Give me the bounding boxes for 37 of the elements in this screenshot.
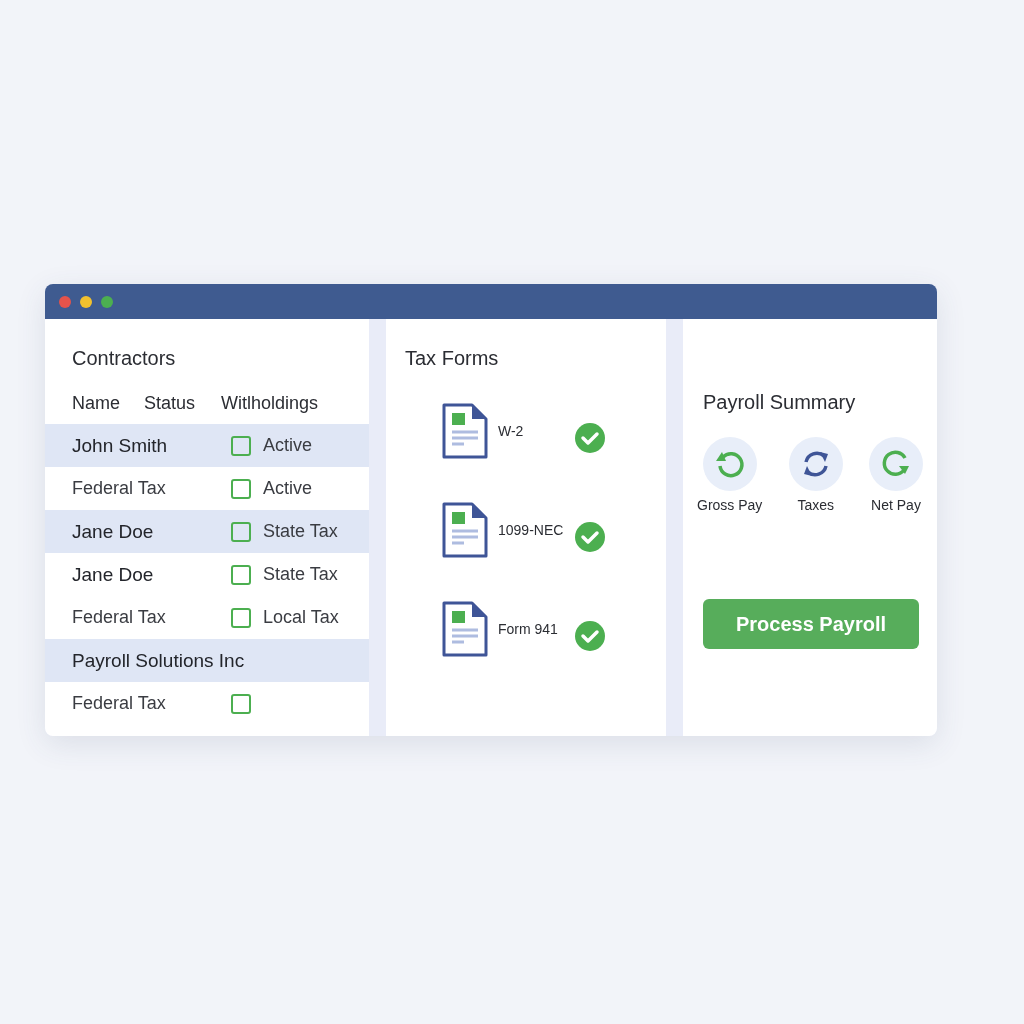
checkbox[interactable]	[231, 521, 251, 542]
form-name: W-2	[498, 423, 525, 439]
window-control[interactable]	[101, 295, 113, 308]
column-header: Name	[72, 393, 120, 414]
table-cell-text: Federal Tax	[72, 478, 167, 499]
table-cell: Local Tax	[263, 607, 339, 628]
window-control[interactable]	[59, 295, 71, 308]
panel-title: Payroll Summary	[703, 391, 857, 415]
panel-title: Contractors	[71, 347, 177, 371]
checkbox[interactable]	[231, 607, 251, 628]
table-cell: State Tax	[263, 521, 338, 542]
table-cell: State Tax	[263, 564, 338, 585]
table-cell: Active	[263, 435, 313, 456]
table-cell: Payroll Solutions Inc	[72, 649, 245, 672]
table-cell-text: Jane Doe	[72, 563, 155, 586]
summary-label: Gross Pay	[697, 497, 763, 513]
checkbox[interactable]	[231, 693, 251, 714]
document-icon	[442, 502, 488, 558]
table-cell-text: John Smith	[72, 434, 169, 457]
summary-label: Taxes	[797, 497, 834, 513]
checkbox[interactable]	[231, 564, 251, 585]
column-header: Status	[144, 393, 196, 414]
checkbox[interactable]	[231, 478, 251, 499]
table-cell: Active	[263, 478, 313, 499]
process-payroll-button[interactable]: Process Payroll	[703, 599, 919, 649]
document-icon	[442, 403, 488, 459]
column-header: Witlholdings	[221, 393, 319, 414]
window-control[interactable]	[80, 295, 92, 308]
table-cell-text: Jane Doe	[72, 520, 155, 543]
summary-label: Net Pay	[871, 497, 921, 513]
document-icon	[442, 601, 488, 657]
table-cell-text: Federal Tax	[72, 693, 167, 714]
checkbox[interactable]	[231, 435, 251, 456]
form-name: Form 941	[498, 621, 559, 637]
panel-title: Tax Forms	[405, 347, 500, 371]
table-cell-text: Federal Tax	[72, 607, 167, 628]
form-name: 1099-NEC	[498, 522, 565, 538]
